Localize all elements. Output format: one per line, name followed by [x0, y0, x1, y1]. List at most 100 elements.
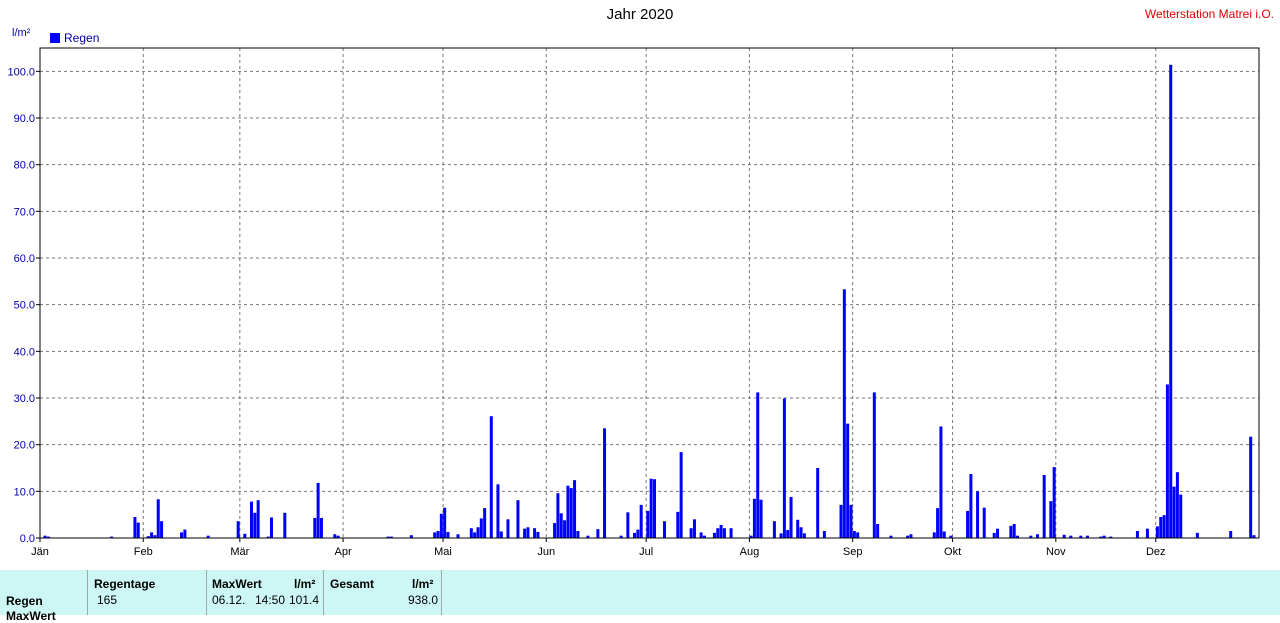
- rain-bar: [1175, 472, 1179, 538]
- bars: [43, 64, 1256, 539]
- rain-bar: [639, 504, 643, 538]
- rain-bar: [716, 528, 720, 538]
- maxwert-label: MaxWert: [212, 577, 262, 591]
- rain-bar: [566, 485, 570, 538]
- rain-bar: [443, 507, 447, 538]
- rain-bar: [936, 508, 940, 538]
- rain-bar: [603, 428, 607, 538]
- rain-bar: [722, 528, 726, 538]
- rain-bar: [433, 532, 437, 538]
- maxwert-unit: l/m²: [294, 577, 316, 591]
- rain-bar: [996, 528, 1000, 538]
- rain-bar: [136, 522, 140, 538]
- rain-bar: [909, 534, 913, 538]
- regentage-value: 165: [97, 593, 118, 607]
- rain-bar: [1012, 524, 1016, 538]
- rain-bar: [842, 289, 846, 538]
- y-tick-label: 80.0: [14, 160, 35, 172]
- rain-bar: [479, 518, 483, 538]
- rain-bar: [156, 499, 160, 538]
- y-tick-label: 30.0: [14, 393, 35, 405]
- rain-bar: [876, 524, 880, 538]
- rain-bar: [822, 531, 826, 538]
- rain-bar: [752, 498, 756, 538]
- rain-bar: [932, 532, 936, 538]
- y-tick-label: 100.0: [7, 66, 35, 78]
- rain-bar: [759, 499, 763, 538]
- max-time: 14:50: [255, 593, 286, 607]
- rain-bar: [676, 511, 680, 538]
- rain-bar: [1052, 467, 1056, 538]
- rain-bar: [646, 510, 650, 538]
- rain-bar: [939, 426, 943, 538]
- rain-bar: [446, 531, 450, 538]
- x-tick-label: Feb: [134, 546, 153, 558]
- rain-bar: [496, 484, 500, 538]
- rain-bar: [526, 527, 530, 538]
- rain-bar: [712, 532, 716, 538]
- rain-bar: [596, 529, 600, 538]
- rain-bar: [183, 529, 187, 538]
- rain-bar: [1195, 532, 1199, 538]
- rain-bar: [553, 523, 557, 538]
- y-tick-label: 40.0: [14, 346, 35, 358]
- rain-bar: [1009, 525, 1013, 538]
- rain-bar: [533, 528, 537, 538]
- rain-bar: [796, 519, 800, 538]
- stats-rowlabels: Regen MaxWert: [0, 570, 88, 623]
- stats-row-maxwert: MaxWert: [6, 609, 56, 623]
- rain-bar: [536, 531, 540, 538]
- y-tick-label: 70.0: [14, 206, 35, 218]
- y-tick-label: 50.0: [14, 300, 35, 312]
- rain-bar: [839, 504, 843, 538]
- rain-bar: [1135, 531, 1139, 538]
- rain-bar: [243, 533, 247, 538]
- rain-bar: [313, 517, 317, 538]
- rain-bar: [269, 517, 273, 538]
- stats-maxwert: MaxWert l/m² 06.12. 14:50 101.4: [207, 570, 324, 615]
- rain-chart: 0.0 10.0 20.0 30.0 40.0 50.0 60.0 70.0 80.0 90.0 1…: [7, 47, 1260, 558]
- rain-bar: [569, 488, 573, 538]
- x-tick-label: Mär: [230, 546, 249, 558]
- rain-bar: [160, 521, 164, 538]
- rain-bar: [1036, 534, 1040, 538]
- rain-bar: [786, 530, 790, 538]
- x-tick-label: Apr: [335, 546, 352, 558]
- rain-bar: [969, 474, 973, 538]
- rain-bar: [180, 532, 184, 538]
- rain-bar: [772, 521, 776, 538]
- regentage-label: Regentage: [94, 577, 156, 591]
- rain-bar: [942, 531, 946, 538]
- rain-bar: [1165, 384, 1169, 538]
- gesamt-unit: l/m²: [412, 577, 434, 591]
- rain-bar: [846, 423, 850, 538]
- rain-bar: [1179, 494, 1183, 538]
- rain-bar: [556, 493, 560, 538]
- gesamt-label: Gesamt: [330, 577, 375, 591]
- y-tick-label: 0.0: [20, 533, 35, 545]
- y-ticks: 0.0 10.0 20.0 30.0 40.0 50.0 60.0 70.0 80.0 90.0 1…: [7, 66, 40, 545]
- rain-bar: [1042, 475, 1046, 538]
- rain-bar: [573, 480, 577, 538]
- rain-bar: [652, 479, 656, 538]
- rain-bar: [150, 532, 154, 538]
- rain-bar: [133, 517, 137, 538]
- rain-bar: [576, 531, 580, 538]
- rain-bar: [982, 507, 986, 538]
- rain-bar: [1172, 486, 1176, 538]
- grid: [40, 48, 1259, 538]
- rain-bar: [1229, 531, 1233, 538]
- x-tick-label: Aug: [740, 546, 760, 558]
- rain-bar: [319, 517, 323, 538]
- rain-bar: [506, 519, 510, 538]
- rain-bar: [636, 529, 640, 538]
- y-tick-label: 60.0: [14, 253, 35, 265]
- rain-bar: [236, 521, 240, 538]
- rain-bar: [789, 496, 793, 538]
- rain-bar: [692, 519, 696, 538]
- plot-frame: [39, 47, 1260, 539]
- rain-bar: [719, 524, 723, 538]
- rain-bar: [516, 500, 520, 538]
- rain-bar: [1159, 517, 1163, 538]
- gesamt-value: 938.0: [408, 593, 439, 607]
